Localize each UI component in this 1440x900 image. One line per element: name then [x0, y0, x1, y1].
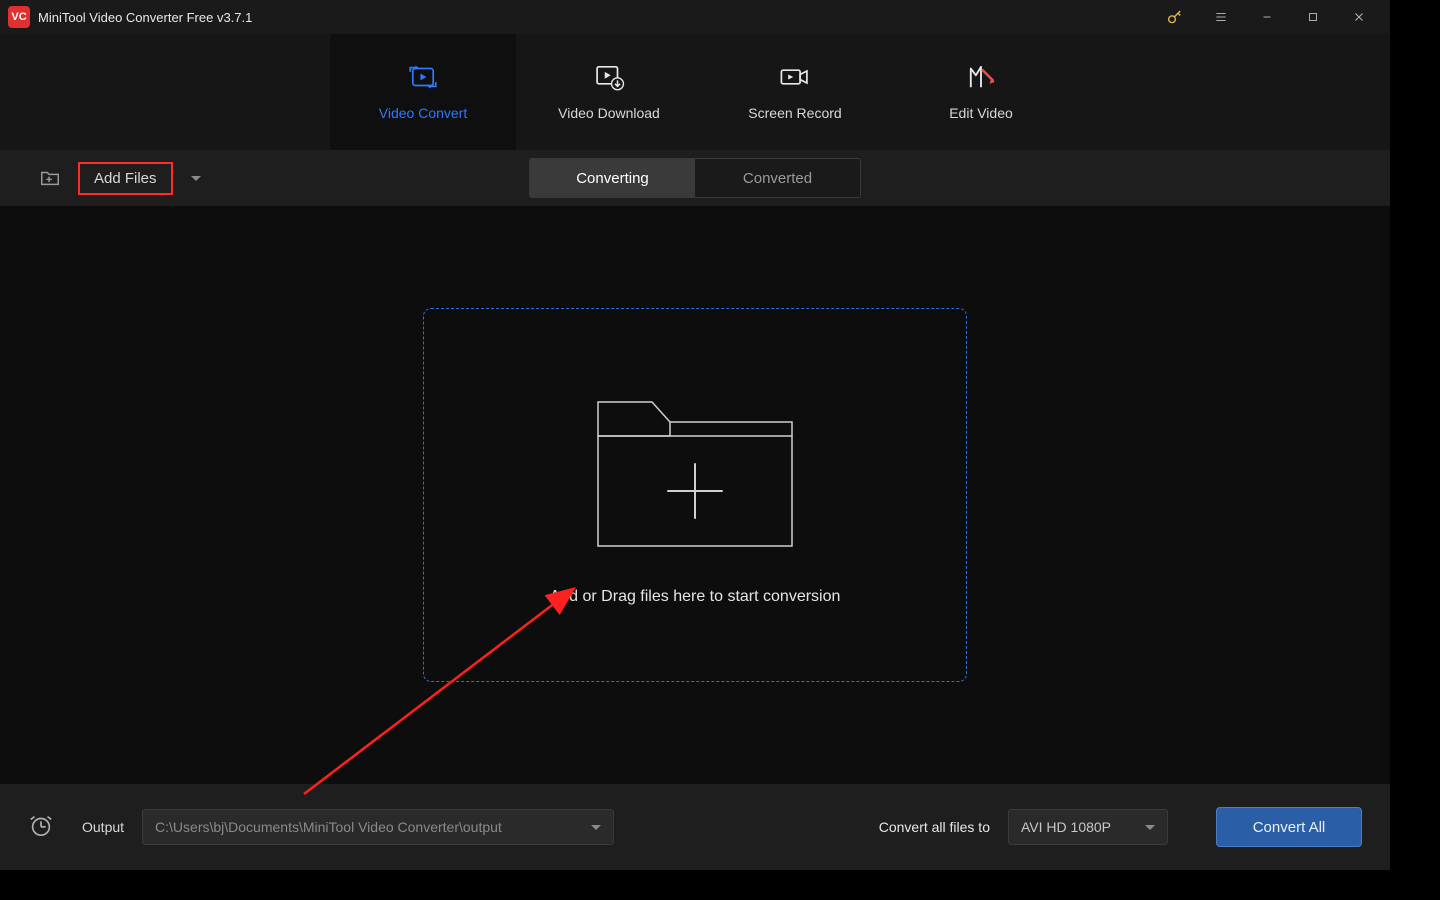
- nav-tab-video-download[interactable]: Video Download: [516, 34, 702, 150]
- format-value: AVI HD 1080P: [1021, 819, 1111, 835]
- convert-all-button[interactable]: Convert All: [1216, 807, 1362, 847]
- dropzone-text: Add or Drag files here to start conversi…: [550, 588, 841, 606]
- convert-icon: [406, 63, 440, 91]
- clock-icon: [28, 812, 54, 838]
- main-content: Add or Drag files here to start conversi…: [0, 206, 1390, 784]
- minimize-button[interactable]: [1244, 0, 1290, 34]
- conversion-tabset: Converting Converted: [529, 158, 861, 198]
- chevron-down-icon: [591, 825, 601, 830]
- minimize-icon: [1260, 10, 1274, 24]
- toolbar: Add Files Converting Converted: [0, 150, 1390, 206]
- add-files-dropdown[interactable]: [191, 176, 201, 181]
- app-logo-icon: VC: [8, 6, 30, 28]
- key-icon: [1166, 8, 1184, 26]
- convert-all-label: Convert all files to: [879, 819, 990, 835]
- nav-label: Screen Record: [748, 105, 841, 121]
- output-path-value: C:\Users\bj\Documents\MiniTool Video Con…: [155, 819, 502, 835]
- close-icon: [1352, 10, 1366, 24]
- menu-button[interactable]: [1198, 0, 1244, 34]
- nav-tab-edit-video[interactable]: Edit Video: [888, 34, 1074, 150]
- nav-label: Video Convert: [379, 105, 467, 121]
- nav-label: Video Download: [558, 105, 660, 121]
- chevron-down-icon: [191, 176, 201, 181]
- top-navigation: Video Convert Video Download Screen Reco…: [0, 34, 1390, 150]
- download-icon: [592, 63, 626, 91]
- hamburger-icon: [1214, 10, 1228, 24]
- nav-tab-video-convert[interactable]: Video Convert: [330, 34, 516, 150]
- tab-converted[interactable]: Converted: [695, 159, 860, 197]
- titlebar: VC MiniTool Video Converter Free v3.7.1: [0, 0, 1390, 34]
- license-key-button[interactable]: [1152, 0, 1198, 34]
- output-label: Output: [82, 819, 124, 835]
- edit-icon: [964, 63, 998, 91]
- app-title: MiniTool Video Converter Free v3.7.1: [38, 10, 252, 25]
- record-icon: [778, 63, 812, 91]
- add-files-button[interactable]: Add Files: [78, 162, 173, 195]
- app-window: VC MiniTool Video Converter Free v3.7.1: [0, 0, 1390, 870]
- output-path-select[interactable]: C:\Users\bj\Documents\MiniTool Video Con…: [142, 809, 614, 845]
- output-format-select[interactable]: AVI HD 1080P: [1008, 809, 1168, 845]
- nav-label: Edit Video: [949, 105, 1013, 121]
- tab-converting[interactable]: Converting: [530, 159, 695, 197]
- maximize-icon: [1306, 10, 1320, 24]
- schedule-button[interactable]: [28, 812, 54, 843]
- folder-plus-icon: [592, 384, 798, 552]
- bottom-bar: Output C:\Users\bj\Documents\MiniTool Vi…: [0, 784, 1390, 870]
- chevron-down-icon: [1145, 825, 1155, 830]
- file-dropzone[interactable]: Add or Drag files here to start conversi…: [423, 308, 967, 682]
- add-file-folder-icon[interactable]: [38, 166, 62, 190]
- maximize-button[interactable]: [1290, 0, 1336, 34]
- nav-tab-screen-record[interactable]: Screen Record: [702, 34, 888, 150]
- close-button[interactable]: [1336, 0, 1382, 34]
